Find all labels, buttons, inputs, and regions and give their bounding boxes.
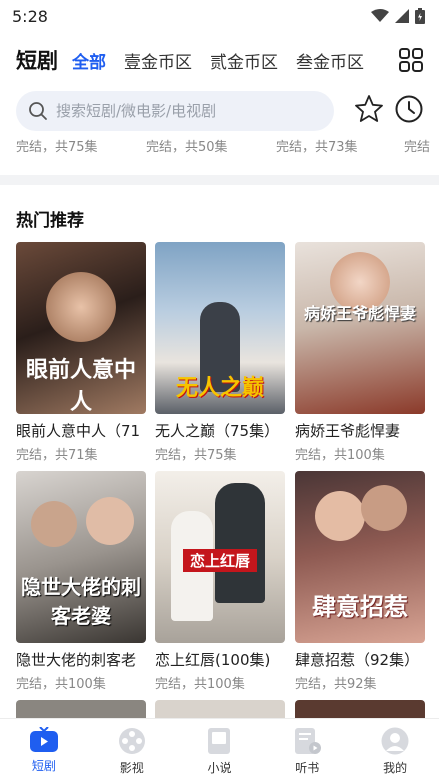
card-title: 病娇王爷彪悍妻 xyxy=(295,422,401,440)
poster-image[interactable]: 无人之巅 xyxy=(155,242,285,414)
drama-card[interactable]: 隐世大佬的刺客老婆 隐世大佬的刺客老 完结，共100集 xyxy=(16,471,146,692)
previous-row-subtitles: 完结，共75集 完结，共50集 完结，共73集 完结 xyxy=(16,136,439,156)
card-subtitle: 完结，共100集 xyxy=(295,448,385,463)
prev-subtitle: 完结，共75集 xyxy=(16,140,98,155)
poster-image[interactable]: 病娇王爷彪悍妻 xyxy=(295,242,425,414)
nav-item-audiobook[interactable]: 听书 xyxy=(263,719,351,780)
nav-label: 听书 xyxy=(295,761,320,775)
prev-subtitle: 完结 xyxy=(404,140,431,155)
poster-image[interactable]: 眼前人意中人 xyxy=(16,242,146,414)
poster-image[interactable]: 恋上红唇 xyxy=(155,471,285,643)
tab-all[interactable]: 全部 xyxy=(72,48,106,73)
search-icon xyxy=(29,102,47,120)
status-bar: 5:28 xyxy=(0,0,439,32)
status-icons xyxy=(371,8,425,24)
status-time: 5:28 xyxy=(12,6,48,26)
page-title: 短剧 xyxy=(16,49,58,73)
profile-icon xyxy=(381,727,409,755)
audiobook-icon xyxy=(295,728,322,754)
poster-text: 恋上红唇 xyxy=(183,549,257,572)
nav-item-novel[interactable]: 小说 xyxy=(176,719,264,780)
prev-subtitle: 完结，共50集 xyxy=(146,140,228,155)
poster-text: 眼前人意中人 xyxy=(25,357,136,414)
wifi-icon xyxy=(371,9,389,22)
nav-label: 短剧 xyxy=(31,759,56,773)
history-clock-icon[interactable] xyxy=(394,94,424,124)
tab-two-coin[interactable]: 贰金币区 xyxy=(210,48,278,73)
card-subtitle: 完结，共92集 xyxy=(295,677,377,692)
bottom-nav: 短剧 影视 小说 听书 我的 xyxy=(0,718,439,780)
card-subtitle: 完结，共100集 xyxy=(155,677,245,692)
card-title: 肆意招惹（92集） xyxy=(295,651,420,669)
section-title: 热门推荐 xyxy=(16,211,84,231)
nav-label: 影视 xyxy=(119,761,144,775)
nav-label: 小说 xyxy=(207,761,232,775)
prev-subtitle: 完结，共73集 xyxy=(276,140,358,155)
poster-text: 肆意招惹 xyxy=(312,592,408,621)
poster-image[interactable]: 隐世大佬的刺客老婆 xyxy=(16,471,146,643)
poster-text: 无人之巅 xyxy=(175,375,264,401)
nav-label: 我的 xyxy=(383,761,408,775)
grid-menu-icon[interactable] xyxy=(399,48,423,72)
drama-card[interactable]: 恋上红唇 恋上红唇(100集) 完结，共100集 xyxy=(155,471,285,692)
section-divider xyxy=(0,175,439,185)
card-title: 隐世大佬的刺客老 xyxy=(16,651,137,669)
tab-three-coin[interactable]: 叁金币区 xyxy=(296,48,364,73)
search-row xyxy=(0,90,439,132)
drama-card[interactable]: 无人之巅 无人之巅（75集） 完结，共75集 xyxy=(155,242,285,463)
nav-item-film[interactable]: 影视 xyxy=(88,719,176,780)
favorites-star-icon[interactable] xyxy=(354,94,384,124)
battery-icon xyxy=(415,8,425,24)
search-input[interactable] xyxy=(56,102,316,120)
drama-card[interactable]: 眼前人意中人 眼前人意中人（71 完结，共71集 xyxy=(16,242,146,463)
tv-icon xyxy=(29,727,58,752)
tab-one-coin[interactable]: 壹金币区 xyxy=(124,48,192,73)
card-subtitle: 完结，共100集 xyxy=(16,677,106,692)
card-subtitle: 完结，共75集 xyxy=(155,448,237,463)
drama-card[interactable]: 肆意招惹 肆意招惹（92集） 完结，共92集 xyxy=(295,471,425,692)
search-box[interactable] xyxy=(16,91,334,131)
drama-card[interactable]: 病娇王爷彪悍妻 病娇王爷彪悍妻 完结，共100集 xyxy=(295,242,425,463)
card-title: 无人之巅（75集） xyxy=(155,422,280,440)
poster-image[interactable]: 肆意招惹 xyxy=(295,471,425,643)
next-row-poster[interactable] xyxy=(16,700,146,720)
book-icon xyxy=(208,728,231,754)
top-nav: 短剧 全部 壹金币区 贰金币区 叁金币区 xyxy=(0,40,439,80)
card-subtitle: 完结，共71集 xyxy=(16,448,98,463)
card-title: 眼前人意中人（71 xyxy=(16,422,141,440)
poster-text: 隐世大佬的刺客老婆 xyxy=(21,575,141,628)
poster-text: 病娇王爷彪悍妻 xyxy=(303,304,416,323)
film-reel-icon xyxy=(118,728,145,754)
nav-item-profile[interactable]: 我的 xyxy=(351,719,439,780)
next-row-poster[interactable] xyxy=(295,700,425,720)
nav-item-drama[interactable]: 短剧 xyxy=(0,719,88,780)
next-row-poster[interactable] xyxy=(155,700,285,720)
signal-icon xyxy=(395,9,409,23)
card-title: 恋上红唇(100集) xyxy=(155,651,271,669)
